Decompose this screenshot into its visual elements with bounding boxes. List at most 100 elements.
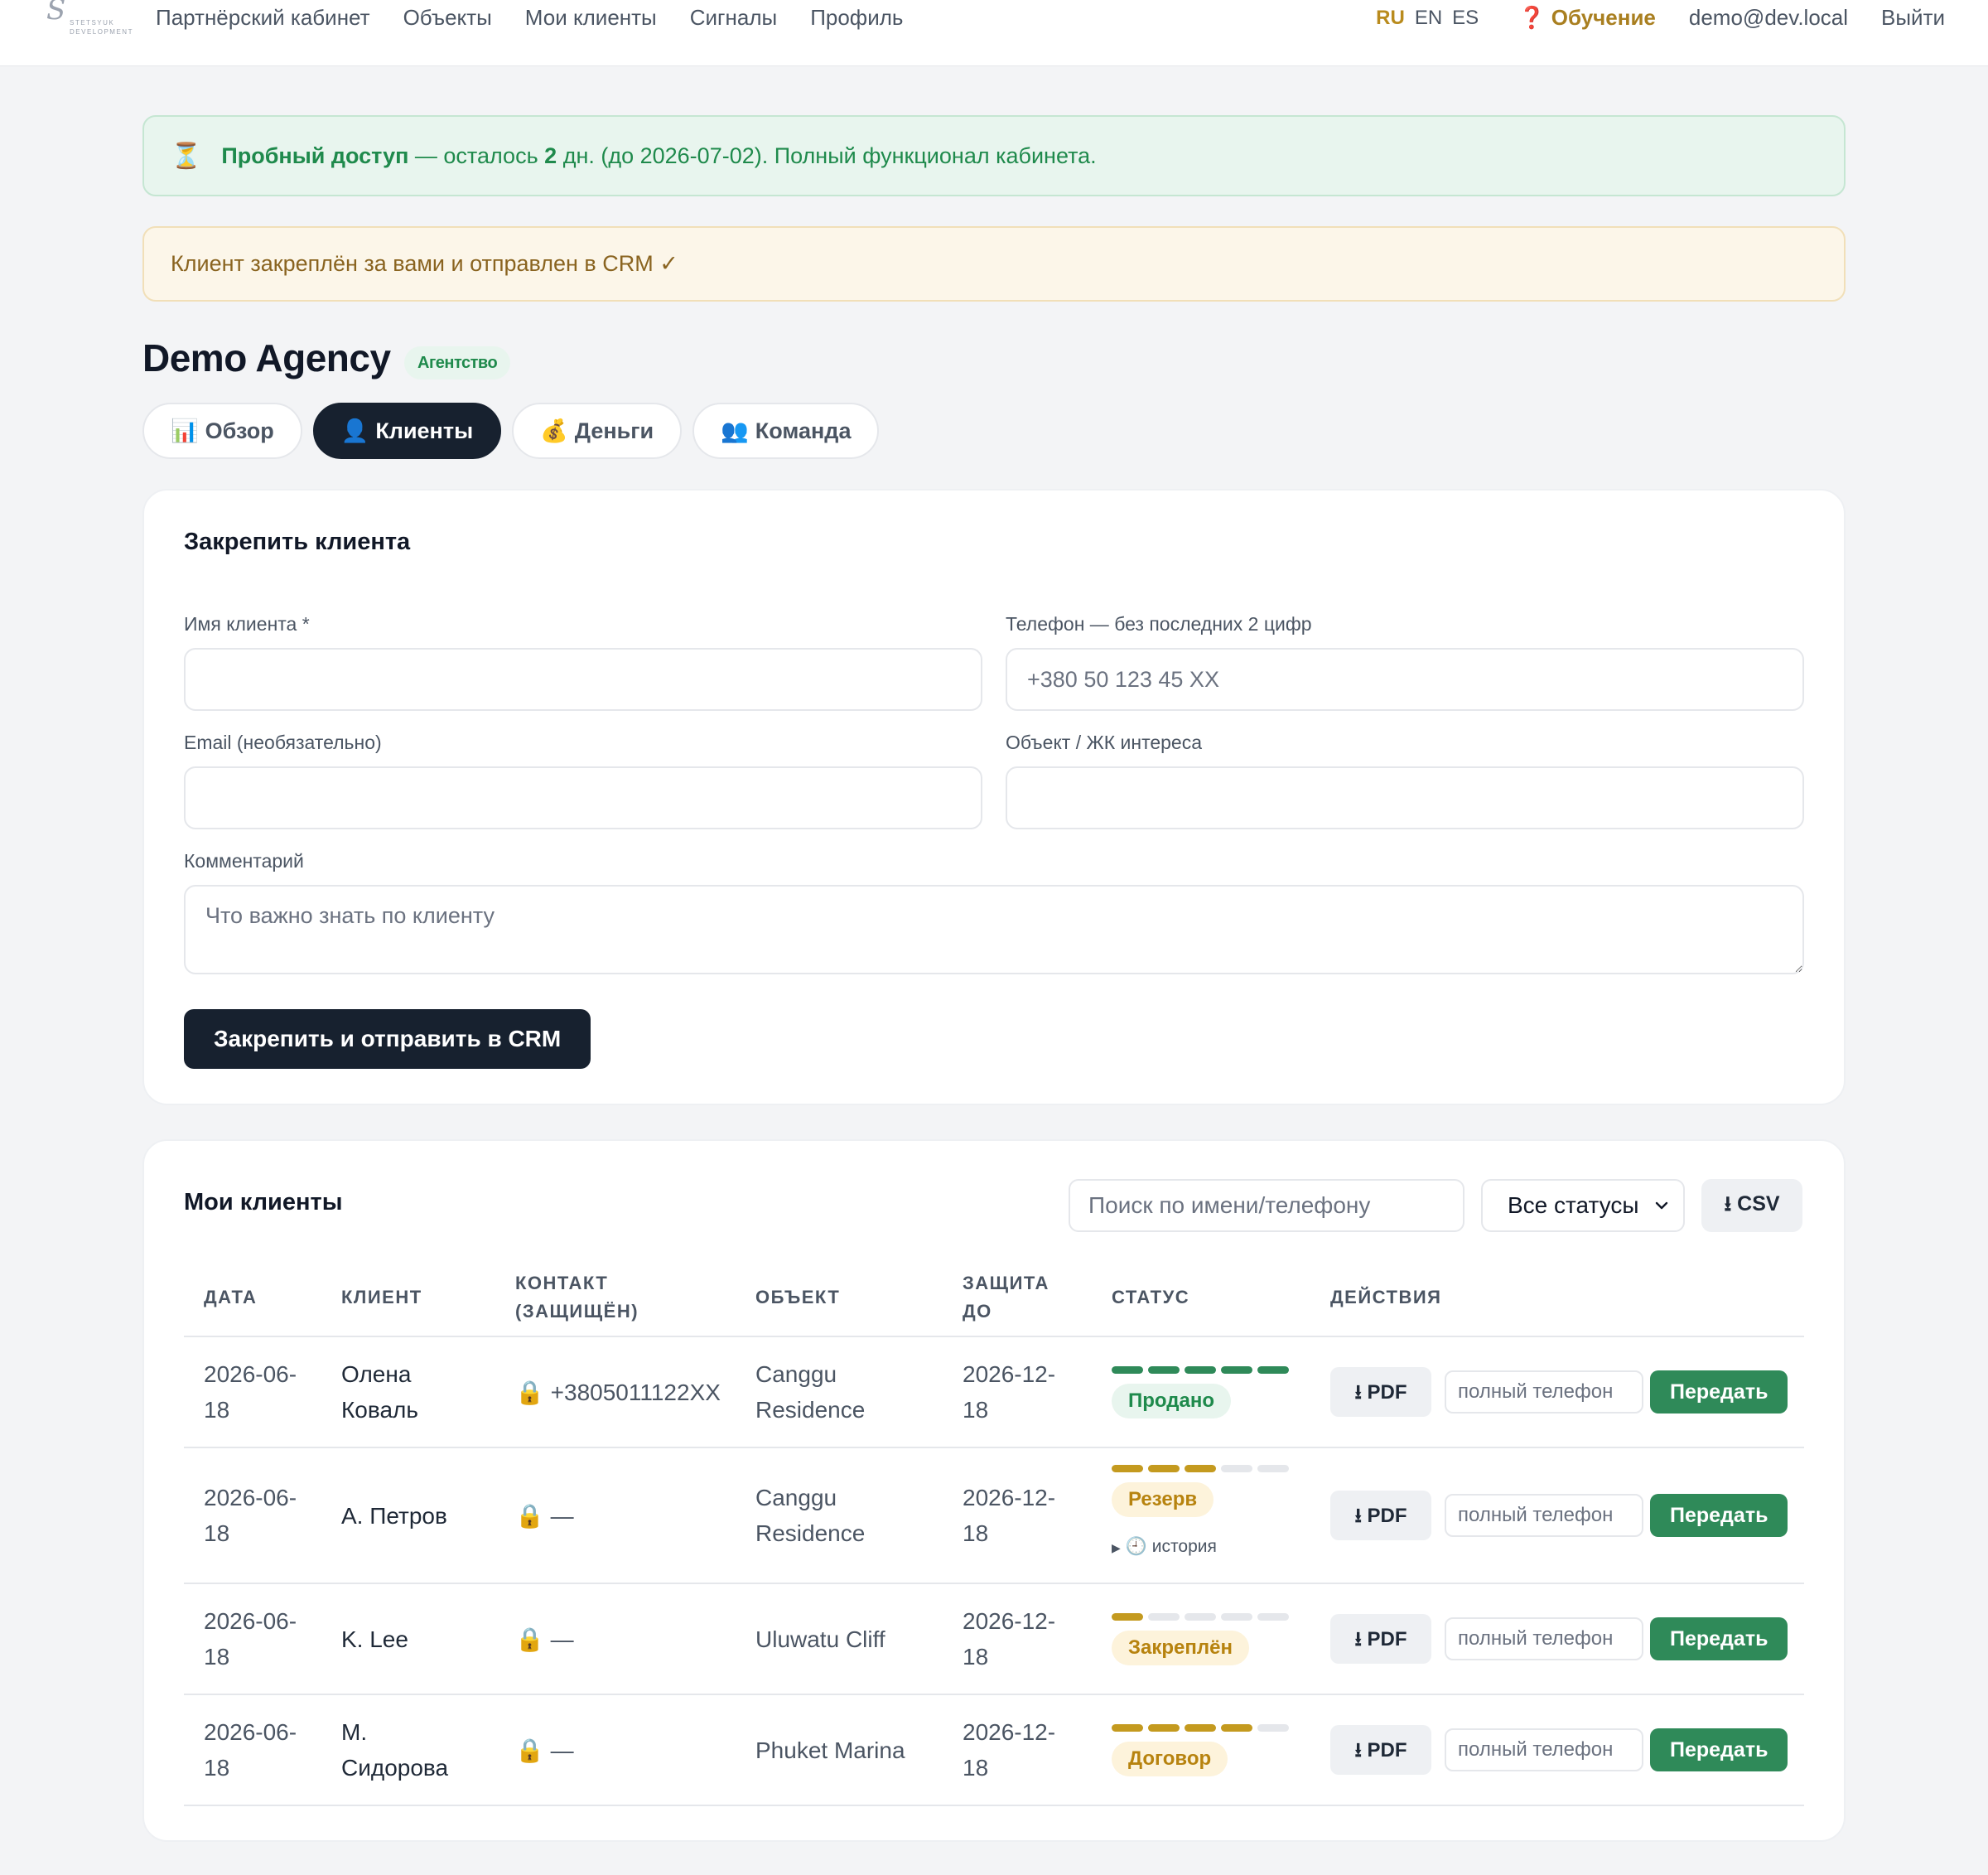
team-icon: 👥: [721, 418, 749, 443]
chart-icon: 📊: [171, 418, 199, 443]
row-contact-value: —: [550, 1502, 574, 1529]
cell-actions: ⭳ PDF Передать: [1330, 1695, 1794, 1805]
history-toggle[interactable]: ▶ 🕘 история: [1112, 1529, 1217, 1566]
user-icon: 👤: [340, 418, 369, 443]
cell-contact: 🔒 —: [515, 1584, 731, 1694]
tab-clients[interactable]: 👤 Клиенты: [312, 403, 502, 459]
object-input[interactable]: [1006, 766, 1804, 829]
progress-segment: [1112, 1612, 1143, 1621]
full-phone-input[interactable]: [1445, 1494, 1643, 1537]
nav-link-partner-cabinet[interactable]: Партнёрский кабинет: [156, 5, 370, 31]
progress-segment: [1221, 1365, 1252, 1374]
lang-es[interactable]: ES: [1452, 7, 1479, 30]
nav-link-profile[interactable]: Профиль: [810, 5, 903, 31]
cell-status: Резерв ▶ 🕘 история: [1112, 1448, 1310, 1583]
progress-segment: [1257, 1723, 1289, 1732]
hourglass-icon: ⏳: [171, 142, 202, 170]
logo-text: STETSYUK DEVELOPMENT: [70, 19, 133, 36]
row-actions: ⭳ PDF Передать: [1330, 1367, 1788, 1417]
client-name-input[interactable]: [184, 648, 982, 711]
lang-en[interactable]: EN: [1415, 7, 1442, 30]
phone-input[interactable]: [1006, 648, 1804, 711]
cell-protected-until: 2026-12-18: [963, 1695, 1070, 1805]
agency-type-badge: Агентство: [404, 346, 511, 379]
row-object: Phuket Marina: [755, 1737, 905, 1763]
progress-segment: [1112, 1465, 1143, 1472]
progress-segment: [1185, 1365, 1216, 1374]
row-client-name: А. Петров: [341, 1502, 447, 1529]
progress-segment: [1148, 1365, 1180, 1374]
progress-segment: [1221, 1612, 1252, 1621]
row-date: 2026-06-18: [204, 1485, 297, 1546]
col-client[interactable]: Клиент: [341, 1257, 422, 1337]
full-phone-input[interactable]: [1445, 1728, 1643, 1771]
status-filter-value: Все статусы: [1508, 1192, 1639, 1218]
tab-team[interactable]: 👥 Команда: [692, 403, 880, 459]
pdf-download-button[interactable]: ⭳ PDF: [1330, 1491, 1431, 1540]
section-tabs: 📊 Обзор 👤 Клиенты 💰 Деньги 👥 Команда: [142, 403, 890, 459]
brand-logo[interactable]: S STETSYUK DEVELOPMENT: [43, 0, 134, 38]
cell-object: Canggu Residence: [755, 1337, 921, 1447]
row-protected-until: 2026-12-18: [963, 1485, 1056, 1546]
top-navigation: S STETSYUK DEVELOPMENT Партнёрский кабин…: [0, 0, 1988, 66]
status-filter-select[interactable]: Все статусы: [1481, 1179, 1685, 1232]
full-phone-input[interactable]: [1445, 1370, 1643, 1413]
cell-status: Продано: [1112, 1337, 1310, 1447]
col-contact[interactable]: Контакт (защищён): [515, 1257, 648, 1337]
cell-actions: ⭳ PDF Передать: [1330, 1337, 1794, 1447]
tab-overview[interactable]: 📊 Обзор: [142, 403, 302, 459]
pin-and-send-button[interactable]: Закрепить и отправить в CRM: [184, 1009, 591, 1069]
trial-banner: ⏳ Пробный доступ — осталось 2 дн. (до 20…: [142, 115, 1846, 196]
col-protected-until[interactable]: Защита до: [963, 1257, 1062, 1337]
cell-object: Canggu Residence: [755, 1448, 921, 1583]
pin-client-card: Закрепить клиента Имя клиента * Телефон …: [142, 489, 1846, 1105]
progress-segment: [1112, 1365, 1143, 1374]
col-object[interactable]: Объект: [755, 1257, 840, 1337]
transfer-button[interactable]: Передать: [1650, 1617, 1788, 1660]
col-status[interactable]: Статус: [1112, 1257, 1189, 1337]
cell-date: 2026-06-18: [204, 1584, 311, 1694]
nav-link-my-clients[interactable]: Мои клиенты: [525, 5, 657, 31]
status-badge: Договор: [1112, 1741, 1228, 1776]
progress-segment: [1221, 1723, 1252, 1732]
nav-link-objects[interactable]: Объекты: [403, 5, 492, 31]
row-object: Canggu Residence: [755, 1485, 866, 1546]
row-client-name: М. Сидорова: [341, 1719, 449, 1781]
pin-client-title: Закрепить клиента: [184, 529, 411, 555]
cell-client: М. Сидорова: [341, 1695, 466, 1805]
logout-link[interactable]: Выйти: [1881, 5, 1945, 31]
transfer-button[interactable]: Передать: [1650, 1494, 1788, 1537]
cell-actions: ⭳ PDF Передать: [1330, 1584, 1794, 1694]
col-date[interactable]: Дата: [204, 1257, 257, 1337]
table-row: 2026-06-18 K. Lee 🔒 — Uluwatu Cliff 2026…: [184, 1584, 1804, 1695]
row-protected-until: 2026-12-18: [963, 1361, 1056, 1423]
transfer-button[interactable]: Передать: [1650, 1370, 1788, 1413]
full-phone-input[interactable]: [1445, 1617, 1643, 1660]
csv-export-button[interactable]: ⭳ CSV: [1701, 1179, 1802, 1232]
lang-ru[interactable]: RU: [1376, 7, 1405, 30]
table-row: 2026-06-18 М. Сидорова 🔒 — Phuket Marina…: [184, 1695, 1804, 1806]
cell-date: 2026-06-18: [204, 1337, 311, 1447]
row-object: Canggu Residence: [755, 1361, 866, 1423]
pdf-download-button[interactable]: ⭳ PDF: [1330, 1614, 1431, 1664]
progress-segment: [1257, 1612, 1289, 1621]
client-search-input[interactable]: [1069, 1179, 1464, 1232]
cell-client: А. Петров: [341, 1448, 466, 1583]
pdf-download-button[interactable]: ⭳ PDF: [1330, 1725, 1431, 1775]
pdf-download-button[interactable]: ⭳ PDF: [1330, 1367, 1431, 1417]
status-progress: [1112, 1365, 1294, 1374]
transfer-button[interactable]: Передать: [1650, 1728, 1788, 1771]
tab-money[interactable]: 💰 Деньги: [512, 403, 683, 459]
nav-link-signals[interactable]: Сигналы: [690, 5, 777, 31]
email-label: Email (необязательно): [184, 732, 382, 753]
email-input[interactable]: [184, 766, 982, 829]
status-progress: [1112, 1612, 1294, 1621]
lock-icon: 🔒: [515, 1502, 544, 1529]
my-clients-card: Мои клиенты Все статусы ⭳ CSV Дата Клиен…: [142, 1139, 1846, 1842]
status-wrap: Продано: [1112, 1365, 1294, 1418]
user-email: demo@dev.local: [1688, 5, 1849, 30]
learning-link[interactable]: ❓ Обучение: [1518, 5, 1656, 31]
cell-contact: 🔒 +3805011122XX: [515, 1337, 731, 1447]
row-contact: 🔒 —: [515, 1621, 574, 1657]
comment-textarea[interactable]: [184, 885, 1804, 974]
